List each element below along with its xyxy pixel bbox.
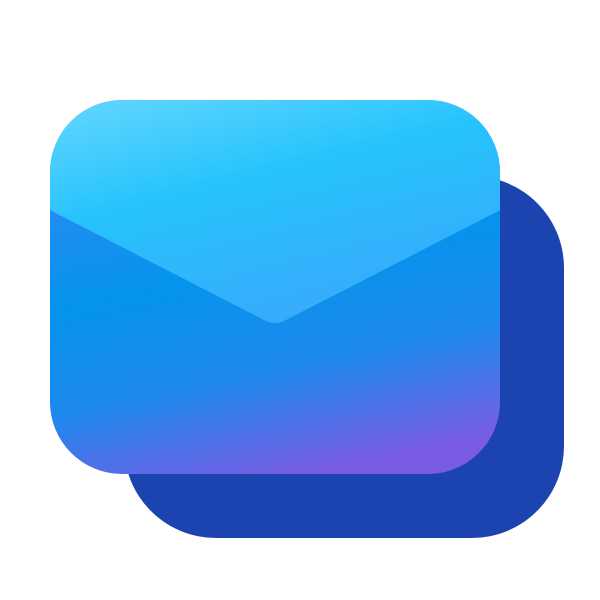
icon-canvas: [0, 0, 600, 600]
front-envelope: [50, 100, 500, 474]
envelope-stack-icon: [50, 100, 564, 538]
